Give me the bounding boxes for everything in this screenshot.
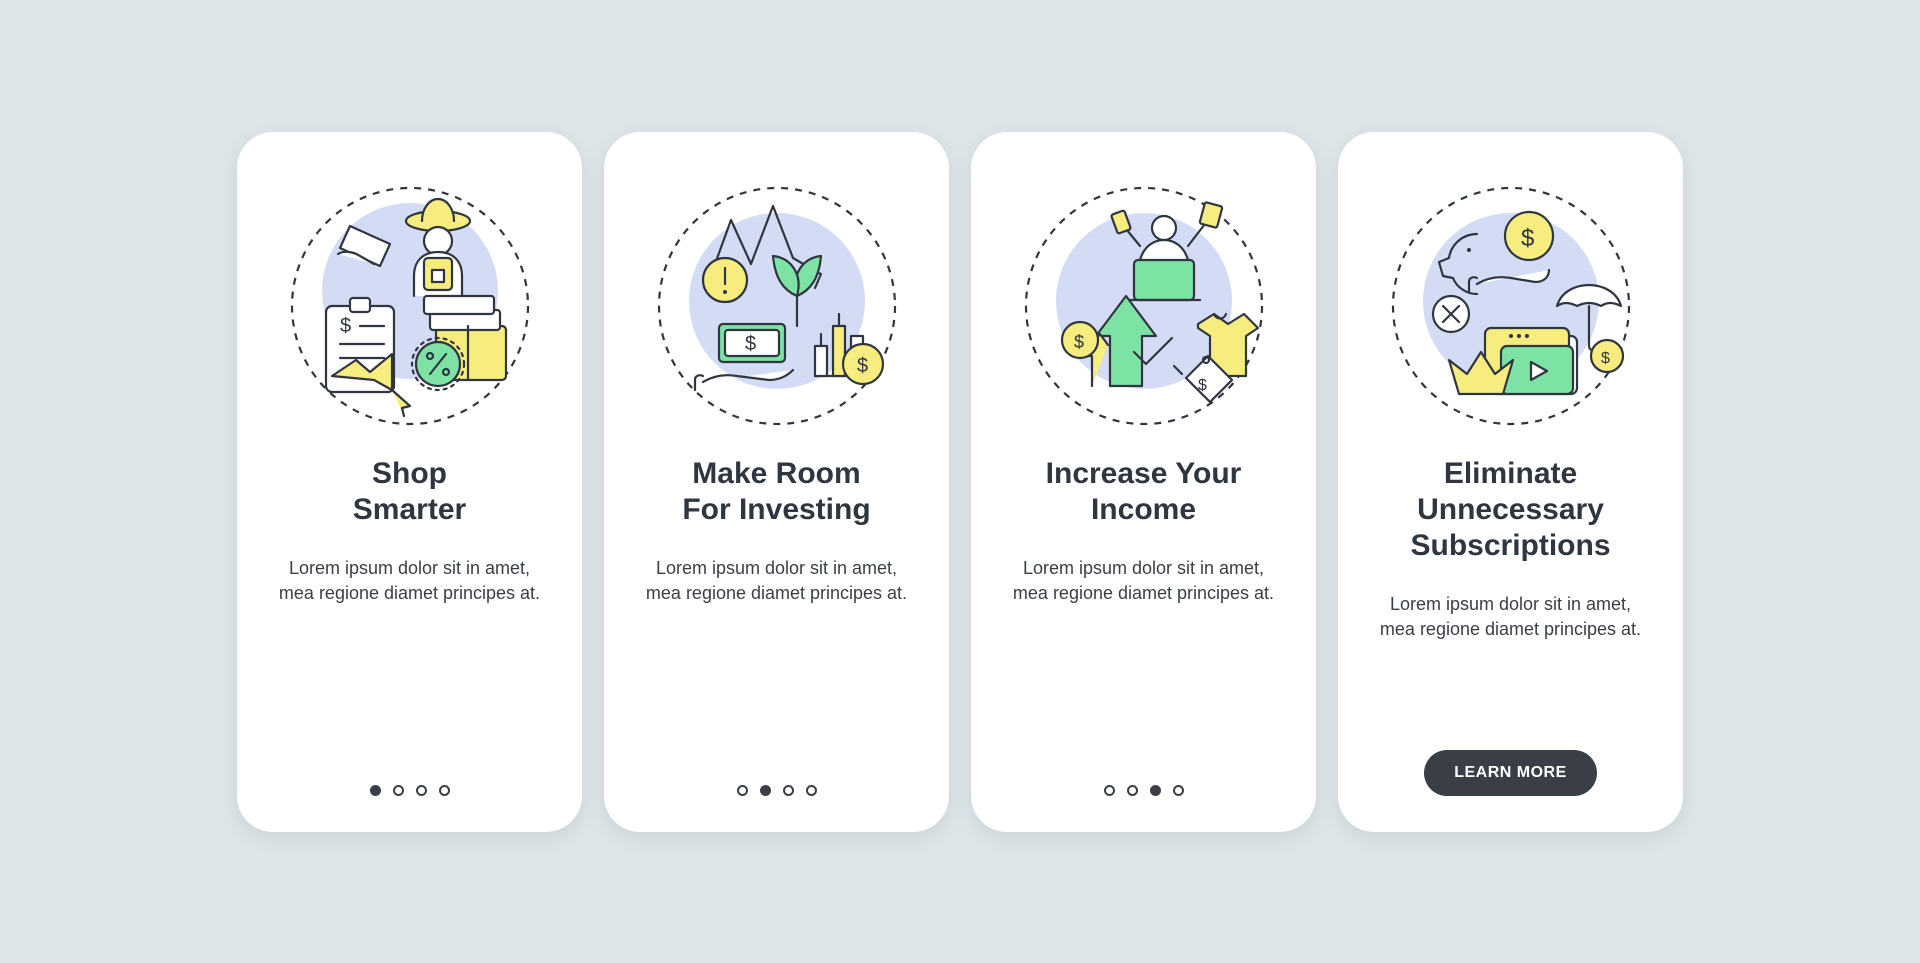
card-body: Lorem ipsum dolor sit in amet, mea regio… xyxy=(997,556,1290,606)
learn-more-button[interactable]: LEARN MORE xyxy=(1424,750,1597,796)
pager-dots xyxy=(737,785,817,796)
svg-text:$: $ xyxy=(857,355,868,377)
svg-text:$: $ xyxy=(745,333,756,355)
pager-dot-3[interactable] xyxy=(416,785,427,796)
card-title: Increase Your Income xyxy=(1046,456,1242,528)
pager-dot-2[interactable] xyxy=(393,785,404,796)
shop-smarter-illustration: $ xyxy=(280,176,540,436)
eliminate-subscriptions-illustration: $ $ xyxy=(1381,176,1641,436)
card-body: Lorem ipsum dolor sit in amet, mea regio… xyxy=(1364,592,1657,642)
pager-dots xyxy=(370,785,450,796)
svg-text:$: $ xyxy=(1198,377,1207,394)
pager-dot-1[interactable] xyxy=(370,785,381,796)
pager-dot-4[interactable] xyxy=(806,785,817,796)
onboarding-card-2: $ $ Make Room For Investing Lorem ipsum … xyxy=(604,132,949,832)
increase-income-illustration: $ $ xyxy=(1014,176,1274,436)
pager-dot-2[interactable] xyxy=(760,785,771,796)
investing-illustration: $ $ xyxy=(647,176,907,436)
card-title: Make Room For Investing xyxy=(682,456,870,528)
card-body: Lorem ipsum dolor sit in amet, mea regio… xyxy=(630,556,923,606)
onboarding-card-3: $ $ Increase Your Income Lorem ipsum dol… xyxy=(971,132,1316,832)
onboarding-card-1: $ Shop Smarter Lorem ipsum dolor sit in … xyxy=(237,132,582,832)
pager-dot-2[interactable] xyxy=(1127,785,1138,796)
pager-dot-4[interactable] xyxy=(439,785,450,796)
svg-text:$: $ xyxy=(1074,332,1084,352)
svg-text:$: $ xyxy=(1521,225,1534,252)
card-title: Eliminate Unnecessary Subscriptions xyxy=(1410,456,1610,564)
onboarding-card-4: $ $ Eliminate Unnecessary Subscriptions … xyxy=(1338,132,1683,832)
card-body: Lorem ipsum dolor sit in amet, mea regio… xyxy=(263,556,556,606)
pager-dot-3[interactable] xyxy=(783,785,794,796)
card-title: Shop Smarter xyxy=(353,456,466,528)
pager-dot-3[interactable] xyxy=(1150,785,1161,796)
pager-dot-1[interactable] xyxy=(1104,785,1115,796)
svg-text:$: $ xyxy=(1601,350,1610,367)
svg-text:$: $ xyxy=(340,315,351,337)
pager-dot-1[interactable] xyxy=(737,785,748,796)
pager-dot-4[interactable] xyxy=(1173,785,1184,796)
pager-dots xyxy=(1104,785,1184,796)
